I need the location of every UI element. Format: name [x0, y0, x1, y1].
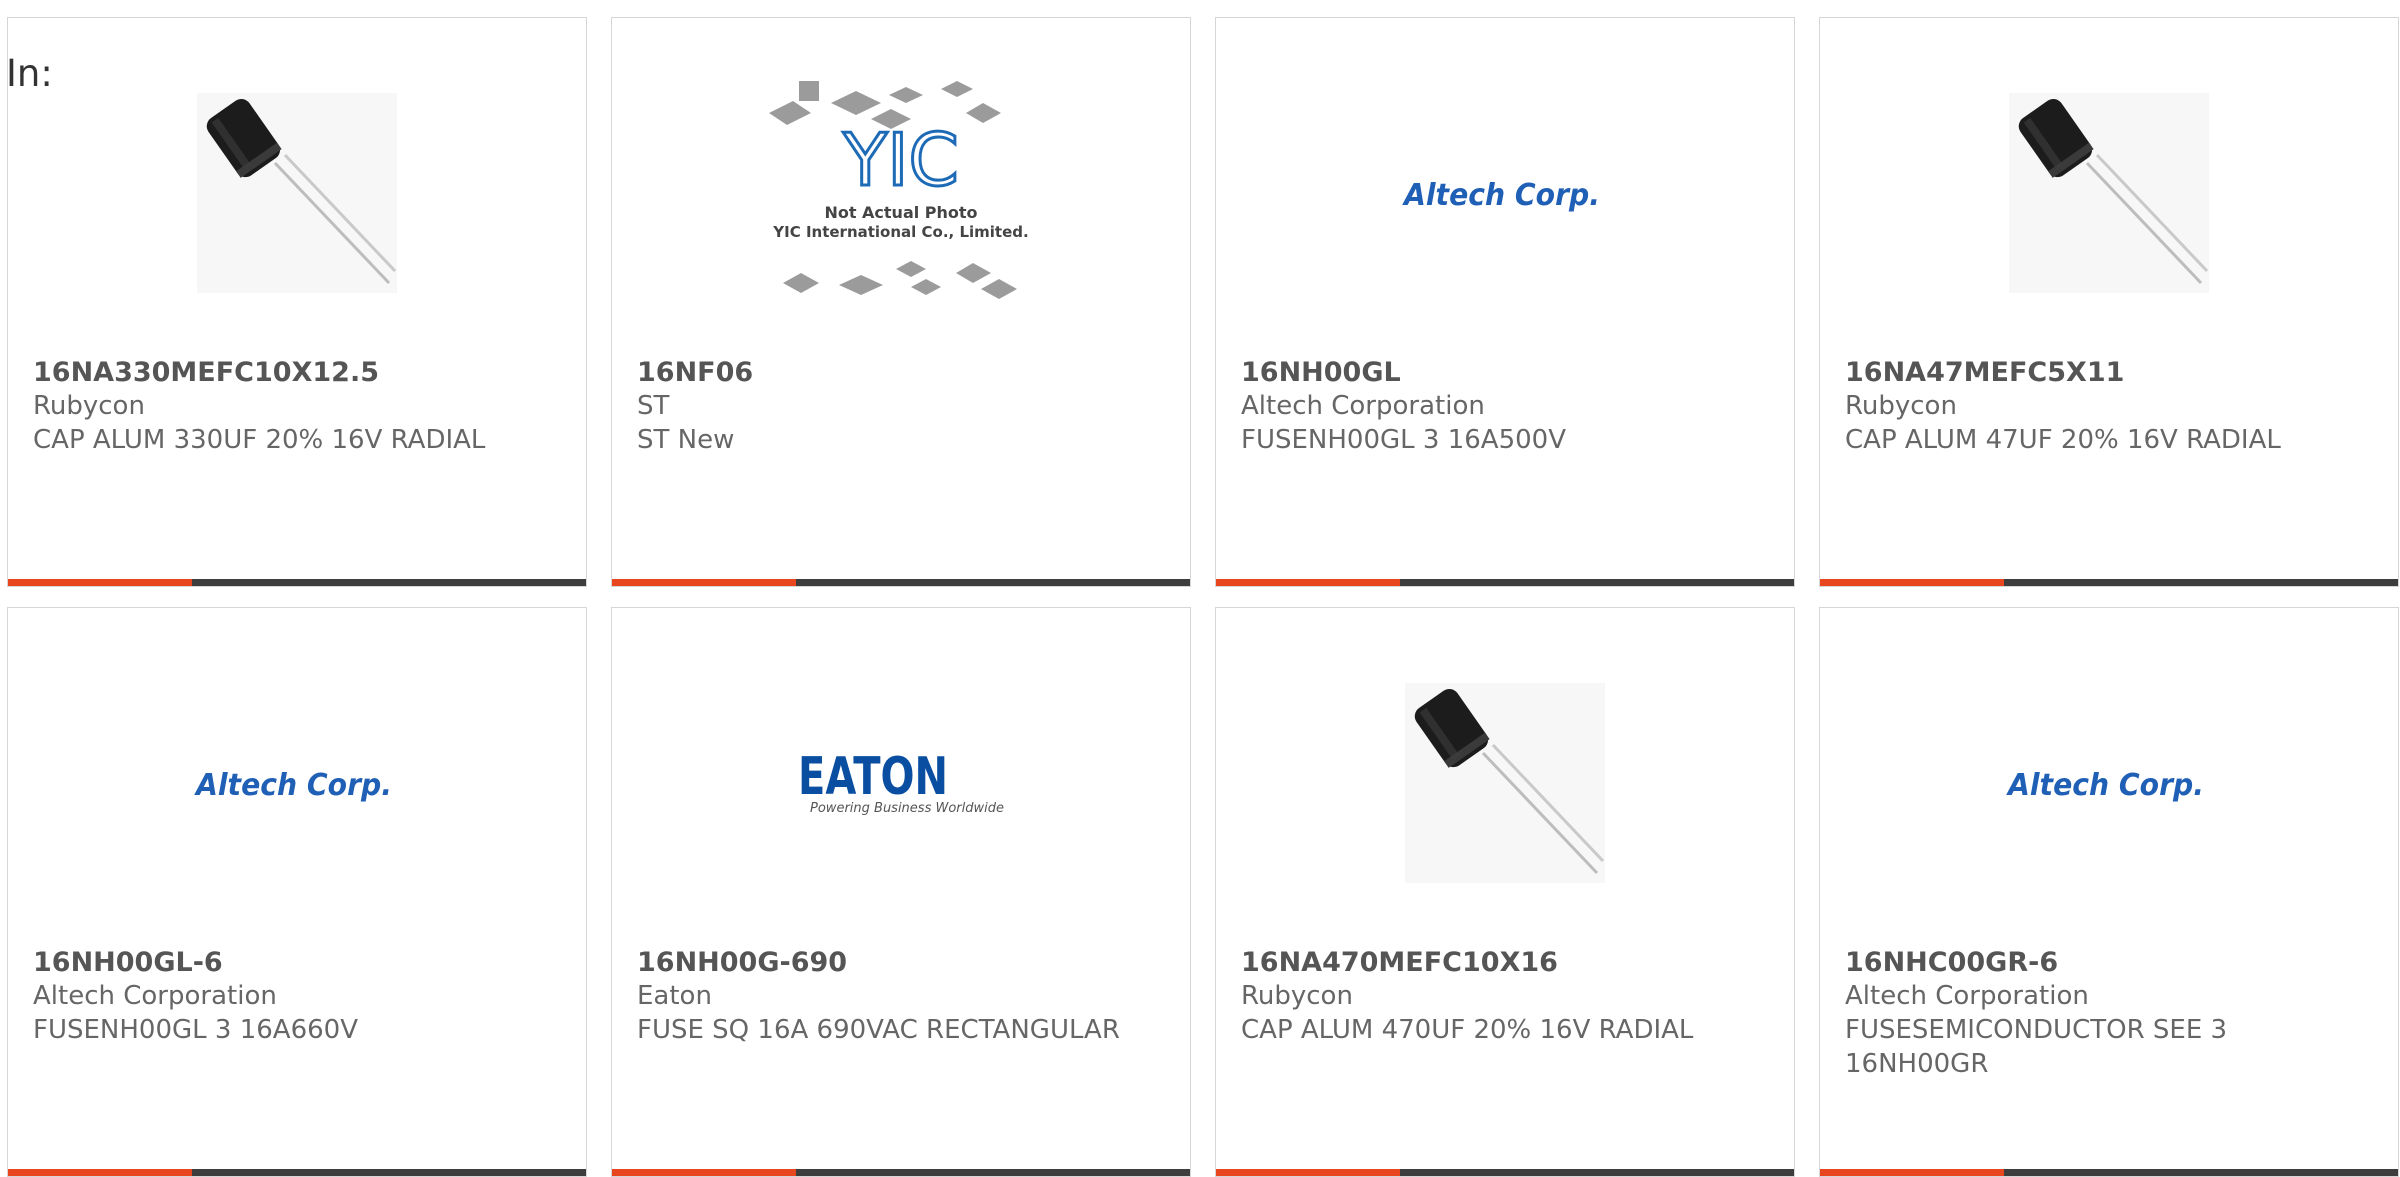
- card-bar: [1820, 1169, 2398, 1176]
- manufacturer: Altech Corporation: [1241, 391, 1485, 421]
- yic-note-line2: YIC International Co., Limited.: [772, 223, 1028, 241]
- product-image[interactable]: [8, 58, 586, 328]
- capacitor-photo: [197, 93, 397, 293]
- product-info: 16NH00GL-6 Altech Corporation FUSENH00GL…: [33, 946, 553, 1047]
- card-bar-accent: [612, 579, 796, 586]
- card-bar: [1820, 579, 2398, 586]
- card-bar: [8, 579, 586, 586]
- product-info: 16NH00G-690 Eaton FUSE SQ 16A 690VAC REC…: [637, 946, 1157, 1047]
- product-card[interactable]: Altech Corp. 16NHC00GR-6 Altech Corporat…: [1819, 607, 2399, 1177]
- description: ST New: [637, 425, 735, 455]
- description: CAP ALUM 47UF 20% 16V RADIAL: [1845, 425, 2281, 455]
- altech-logo: Altech Corp.: [1402, 178, 1600, 213]
- product-card[interactable]: Altech Corp. 16NH00GL-6 Altech Corporati…: [7, 607, 587, 1177]
- part-number[interactable]: 16NH00GL: [1241, 356, 1761, 389]
- part-number[interactable]: 16NA470MEFC10X16: [1241, 946, 1761, 979]
- altech-brand-text: Altech Corp.: [1402, 178, 1600, 213]
- product-image[interactable]: Altech Corp.: [1216, 58, 1794, 328]
- product-image[interactable]: [1820, 58, 2398, 328]
- altech-brand-text: Altech Corp.: [194, 768, 392, 803]
- eaton-logo: EATON Powering Business Worldwide: [798, 748, 1004, 816]
- description: CAP ALUM 330UF 20% 16V RADIAL: [33, 425, 486, 455]
- part-number[interactable]: 16NH00G-690: [637, 946, 1157, 979]
- yic-not-actual-photo: YIC Not Actual Photo YIC International C…: [769, 81, 1029, 299]
- altech-brand-text: Altech Corp.: [2006, 768, 2204, 803]
- card-bar-accent: [8, 1169, 192, 1176]
- card-bar: [1216, 579, 1794, 586]
- card-bar-accent: [8, 579, 192, 586]
- manufacturer: Eaton: [637, 981, 712, 1011]
- card-bar-accent: [612, 1169, 796, 1176]
- product-image[interactable]: EATON Powering Business Worldwide: [612, 648, 1190, 918]
- manufacturer: Altech Corporation: [1845, 981, 2089, 1011]
- description: FUSENH00GL 3 16A500V: [1241, 425, 1566, 455]
- yic-note-line1: Not Actual Photo: [824, 203, 977, 222]
- product-image[interactable]: [1216, 648, 1794, 918]
- card-bar: [612, 1169, 1190, 1176]
- card-bar-accent: [1216, 1169, 1400, 1176]
- filter-label: In:: [6, 52, 53, 95]
- product-card[interactable]: Altech Corp. 16NH00GL Altech Corporation…: [1215, 17, 1795, 587]
- part-number[interactable]: 16NA47MEFC5X11: [1845, 356, 2365, 389]
- product-grid: 16NA330MEFC10X12.5 Rubycon CAP ALUM 330U…: [7, 17, 2400, 1177]
- eaton-tagline: Powering Business Worldwide: [810, 801, 1004, 816]
- part-number[interactable]: 16NA330MEFC10X12.5: [33, 356, 553, 389]
- capacitor-photo: [1405, 683, 1605, 883]
- product-info: 16NHC00GR-6 Altech Corporation FUSESEMIC…: [1845, 946, 2365, 1081]
- card-bar: [1216, 1169, 1794, 1176]
- yic-brand-text: YIC: [842, 118, 959, 202]
- manufacturer: Rubycon: [1845, 391, 1957, 421]
- card-bar-accent: [1820, 1169, 2004, 1176]
- product-info: 16NA330MEFC10X12.5 Rubycon CAP ALUM 330U…: [33, 356, 553, 457]
- capacitor-photo: [2009, 93, 2209, 293]
- product-info: 16NA470MEFC10X16 Rubycon CAP ALUM 470UF …: [1241, 946, 1761, 1047]
- description: FUSESEMICONDUCTOR SEE 3 16NH00GR: [1845, 1015, 2228, 1079]
- product-card[interactable]: 16NA330MEFC10X12.5 Rubycon CAP ALUM 330U…: [7, 17, 587, 587]
- card-bar-accent: [1820, 579, 2004, 586]
- card-bar: [612, 579, 1190, 586]
- product-image[interactable]: Altech Corp.: [1820, 648, 2398, 918]
- product-image[interactable]: Altech Corp.: [8, 648, 586, 918]
- card-bar: [8, 1169, 586, 1176]
- product-info: 16NH00GL Altech Corporation FUSENH00GL 3…: [1241, 356, 1761, 457]
- eaton-brand-text: EATON: [798, 748, 948, 807]
- manufacturer: Altech Corporation: [33, 981, 277, 1011]
- product-card[interactable]: EATON Powering Business Worldwide 16NH00…: [611, 607, 1191, 1177]
- altech-logo: Altech Corp.: [194, 768, 392, 803]
- product-card[interactable]: 16NA47MEFC5X11 Rubycon CAP ALUM 47UF 20%…: [1819, 17, 2399, 587]
- manufacturer: Rubycon: [33, 391, 145, 421]
- part-number[interactable]: 16NF06: [637, 356, 1157, 389]
- product-image[interactable]: YIC Not Actual Photo YIC International C…: [612, 58, 1190, 328]
- manufacturer: ST: [637, 391, 670, 421]
- altech-logo: Altech Corp.: [2006, 768, 2204, 803]
- description: CAP ALUM 470UF 20% 16V RADIAL: [1241, 1015, 1694, 1045]
- part-number[interactable]: 16NH00GL-6: [33, 946, 553, 979]
- description: FUSENH00GL 3 16A660V: [33, 1015, 358, 1045]
- product-info: 16NA47MEFC5X11 Rubycon CAP ALUM 47UF 20%…: [1845, 356, 2365, 457]
- description: FUSE SQ 16A 690VAC RECTANGULAR: [637, 1015, 1120, 1045]
- product-card[interactable]: YIC Not Actual Photo YIC International C…: [611, 17, 1191, 587]
- manufacturer: Rubycon: [1241, 981, 1353, 1011]
- card-bar-accent: [1216, 579, 1400, 586]
- product-card[interactable]: 16NA470MEFC10X16 Rubycon CAP ALUM 470UF …: [1215, 607, 1795, 1177]
- part-number[interactable]: 16NHC00GR-6: [1845, 946, 2365, 979]
- product-info: 16NF06 ST ST New: [637, 356, 1157, 457]
